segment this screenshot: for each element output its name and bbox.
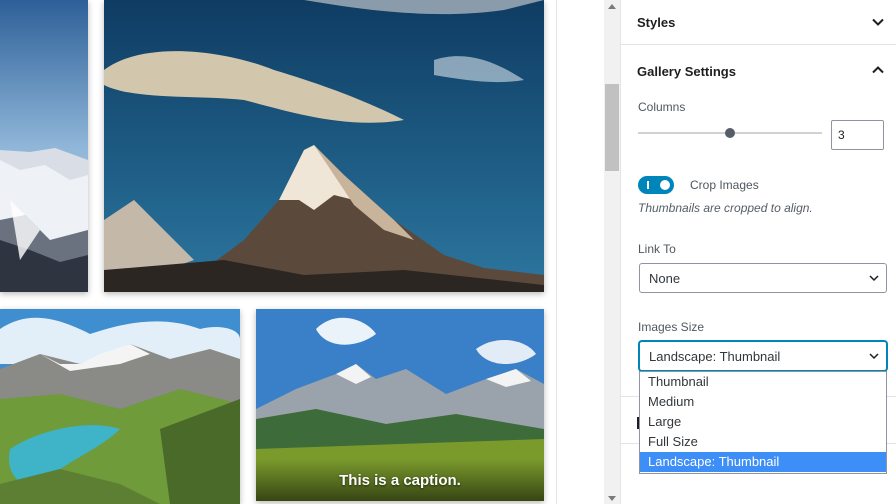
chevron-down-icon <box>869 275 879 282</box>
crop-images-toggle[interactable] <box>638 176 674 194</box>
images-size-dropdown-list: Thumbnail Medium Large Full Size Landsca… <box>639 371 887 474</box>
gallery-settings-panel-toggle[interactable]: Gallery Settings <box>621 46 896 94</box>
images-size-label: Images Size <box>638 320 705 334</box>
size-option-large[interactable]: Large <box>640 412 886 432</box>
toggle-on-indicator-icon <box>647 181 649 189</box>
editor-canvas: This is a caption. <box>0 0 604 504</box>
images-size-select[interactable]: Landscape: Thumbnail <box>639 341 887 371</box>
mountain-peak-photo <box>104 0 544 292</box>
columns-range-handle[interactable] <box>725 128 735 138</box>
scroll-down-arrow-icon[interactable] <box>608 496 616 501</box>
image-caption[interactable]: This is a caption. <box>256 459 544 501</box>
link-to-select[interactable]: None <box>639 263 887 293</box>
size-option-medium[interactable]: Medium <box>640 392 886 412</box>
gallery-settings-title: Gallery Settings <box>637 64 736 79</box>
toggle-knob <box>660 180 670 190</box>
gallery-image-meadow-peaks[interactable]: This is a caption. <box>256 309 544 501</box>
size-option-thumbnail[interactable]: Thumbnail <box>640 372 886 392</box>
chevron-down-icon <box>869 353 879 360</box>
scrollbar-thumb[interactable] <box>605 84 619 171</box>
gallery-image-snowy-ridge[interactable] <box>0 0 88 292</box>
scroll-up-arrow-icon[interactable] <box>608 4 616 9</box>
editor-edge-divider <box>556 0 557 504</box>
crop-images-help: Thumbnails are cropped to align. <box>638 201 813 215</box>
chevron-down-icon <box>872 18 884 26</box>
chevron-up-icon <box>872 66 884 74</box>
styles-panel-title: Styles <box>637 15 676 30</box>
gallery-image-alpine-lake[interactable] <box>0 309 240 504</box>
crop-images-label: Crop Images <box>690 178 759 192</box>
link-to-value: None <box>649 271 681 286</box>
snowy-ridge-photo <box>0 0 88 292</box>
columns-number-input[interactable] <box>831 120 884 150</box>
styles-panel-toggle[interactable]: Styles <box>621 0 896 45</box>
block-settings-sidebar: Styles Gallery Settings Columns Crop Ima… <box>620 0 896 504</box>
size-option-full-size[interactable]: Full Size <box>640 432 886 452</box>
columns-label: Columns <box>638 100 686 114</box>
link-to-label: Link To <box>638 242 676 256</box>
gallery-image-peak-sunset[interactable] <box>104 0 544 292</box>
alpine-lake-photo <box>0 309 240 504</box>
images-size-value: Landscape: Thumbnail <box>649 349 781 364</box>
size-option-landscape-thumbnail[interactable]: Landscape: Thumbnail <box>640 452 886 472</box>
canvas-scrollbar[interactable] <box>604 0 620 504</box>
